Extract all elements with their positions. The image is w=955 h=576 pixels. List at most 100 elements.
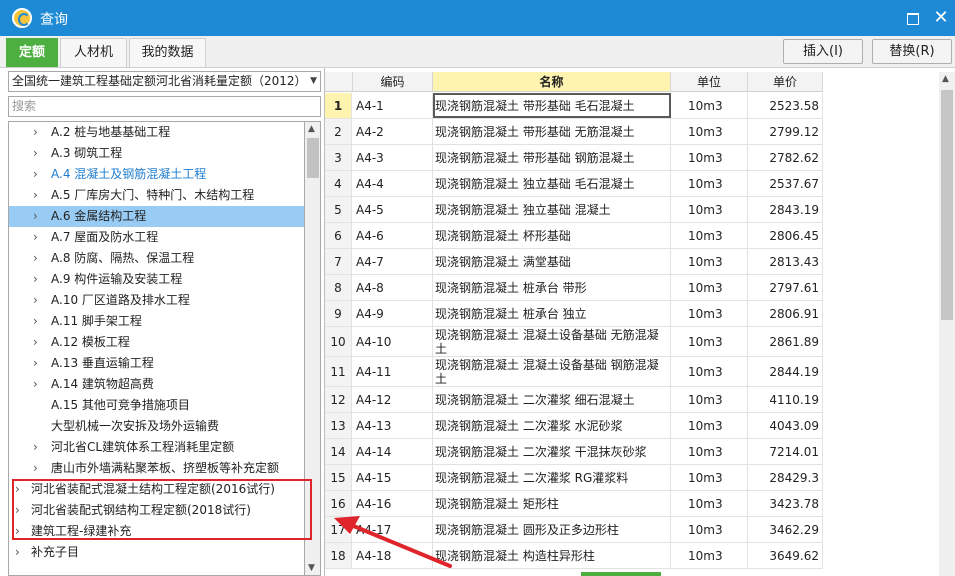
row-index: 5	[325, 197, 352, 222]
row-index: 11	[325, 357, 352, 386]
row-code: A4-8	[353, 275, 433, 300]
chevron-down-icon[interactable]: ▼	[310, 72, 317, 91]
table-scrollbar[interactable]: ▲	[939, 72, 955, 576]
chevron-right-icon[interactable]: ›	[33, 353, 38, 374]
scroll-up-icon[interactable]: ▲	[942, 74, 949, 84]
table-row[interactable]: 5 A4-5 现浇钢筋混凝土 独立基础 混凝土 10m3 2843.19	[325, 197, 823, 223]
tree-item[interactable]: › 补充子目	[9, 542, 304, 563]
tree-item[interactable]: › A.11 脚手架工程	[9, 311, 304, 332]
replace-button[interactable]: 替换(R)	[872, 39, 952, 64]
row-unit: 10m3	[671, 197, 748, 222]
tree-scroll-thumb[interactable]	[307, 138, 319, 178]
status-strip	[581, 572, 661, 576]
row-code: A4-4	[353, 171, 433, 196]
chevron-right-icon[interactable]: ›	[33, 248, 38, 269]
chevron-right-icon[interactable]: ›	[33, 206, 38, 227]
chevron-right-icon[interactable]: ›	[33, 122, 38, 143]
tree-item[interactable]: 大型机械一次安拆及场外运输费	[9, 416, 304, 437]
tab-labor-material-machine[interactable]: 人材机	[60, 38, 127, 67]
tree-item[interactable]: › 唐山市外墙满粘聚苯板、挤塑板等补充定额	[9, 458, 304, 479]
row-name: 现浇钢筋混凝土 二次灌浆 干混抹灰砂浆	[433, 439, 671, 464]
table-row[interactable]: 6 A4-6 现浇钢筋混凝土 杯形基础 10m3 2806.45	[325, 223, 823, 249]
chevron-right-icon[interactable]: ›	[33, 164, 38, 185]
tree-item[interactable]: A.15 其他可竞争措施项目	[9, 395, 304, 416]
tab-quota[interactable]: 定额	[6, 38, 58, 67]
tree-item[interactable]: › A.4 混凝土及钢筋混凝土工程	[9, 164, 304, 185]
tree-item[interactable]: › A.13 垂直运输工程	[9, 353, 304, 374]
tree-item[interactable]: › A.9 构件运输及安装工程	[9, 269, 304, 290]
table-row[interactable]: 8 A4-8 现浇钢筋混凝土 桩承台 带形 10m3 2797.61	[325, 275, 823, 301]
chevron-right-icon[interactable]: ›	[33, 290, 38, 311]
tree-item-selected[interactable]: › A.6 金属结构工程	[9, 206, 304, 227]
chevron-right-icon[interactable]: ›	[33, 458, 38, 479]
chevron-right-icon[interactable]: ›	[33, 227, 38, 248]
scroll-down-icon[interactable]: ▼	[308, 563, 315, 573]
row-price: 2799.12	[748, 119, 823, 144]
chevron-right-icon[interactable]: ›	[33, 437, 38, 458]
row-price: 2813.43	[748, 249, 823, 274]
tree-item[interactable]: › A.14 建筑物超高费	[9, 374, 304, 395]
row-name: 现浇钢筋混凝土 二次灌浆 水泥砂浆	[433, 413, 671, 438]
row-unit: 10m3	[671, 517, 748, 542]
row-price: 2844.19	[748, 357, 823, 386]
maximize-icon[interactable]	[903, 8, 923, 28]
table-row[interactable]: 13 A4-13 现浇钢筋混凝土 二次灌浆 水泥砂浆 10m3 4043.09	[325, 413, 823, 439]
header-code[interactable]: 编码	[353, 72, 433, 92]
tree-item[interactable]: › A.8 防腐、隔热、保温工程	[9, 248, 304, 269]
row-index: 8	[325, 275, 352, 300]
quota-library-select[interactable]: 全国统一建筑工程基础定额河北省消耗量定额（2012） ▼	[8, 71, 321, 92]
chevron-right-icon[interactable]: ›	[33, 269, 38, 290]
close-icon[interactable]: ✕	[931, 8, 951, 28]
tab-my-data[interactable]: 我的数据	[129, 38, 206, 67]
row-price: 2537.67	[748, 171, 823, 196]
chevron-right-icon[interactable]: ›	[33, 374, 38, 395]
row-index: 15	[325, 465, 352, 490]
annotation-highlight-box	[12, 479, 312, 540]
table-row[interactable]: 15 A4-15 现浇钢筋混凝土 二次灌浆 RG灌浆料 10m3 28429.3	[325, 465, 823, 491]
scroll-up-icon[interactable]: ▲	[308, 124, 315, 134]
row-index: 2	[325, 119, 352, 144]
row-price: 28429.3	[748, 465, 823, 490]
chevron-right-icon[interactable]: ›	[15, 542, 20, 563]
tree-item[interactable]: › A.2 桩与地基基础工程	[9, 122, 304, 143]
table-row[interactable]: 10 A4-10 现浇钢筋混凝土 混凝土设备基础 无筋混凝土 10m3 2861.89	[325, 327, 823, 357]
header-price[interactable]: 单价	[748, 72, 823, 92]
row-unit: 10m3	[671, 327, 748, 356]
row-name: 现浇钢筋混凝土 桩承台 带形	[433, 275, 671, 300]
tree-item[interactable]: › A.7 屋面及防水工程	[9, 227, 304, 248]
row-code: A4-7	[353, 249, 433, 274]
table-row[interactable]: 11 A4-11 现浇钢筋混凝土 混凝土设备基础 钢筋混凝土 10m3 2844.19	[325, 357, 823, 387]
chevron-right-icon[interactable]: ›	[33, 311, 38, 332]
tree-item[interactable]: › A.3 砌筑工程	[9, 143, 304, 164]
window-title: 查询	[40, 12, 68, 28]
table-row[interactable]: 1 A4-1 现浇钢筋混凝土 带形基础 毛石混凝土 10m3 2523.58	[325, 93, 823, 119]
row-price: 2797.61	[748, 275, 823, 300]
row-unit: 10m3	[671, 249, 748, 274]
table-row[interactable]: 14 A4-14 现浇钢筋混凝土 二次灌浆 干混抹灰砂浆 10m3 7214.01	[325, 439, 823, 465]
chevron-right-icon[interactable]: ›	[33, 185, 38, 206]
tree-item[interactable]: › A.10 厂区道路及排水工程	[9, 290, 304, 311]
row-unit: 10m3	[671, 357, 748, 386]
title-bar: 查询 ✕	[0, 0, 955, 36]
tree-item[interactable]: › A.5 厂库房大门、特种门、木结构工程	[9, 185, 304, 206]
row-name: 现浇钢筋混凝土 二次灌浆 细石混凝土	[433, 387, 671, 412]
table-row[interactable]: 2 A4-2 现浇钢筋混凝土 带形基础 无筋混凝土 10m3 2799.12	[325, 119, 823, 145]
search-input[interactable]: 搜索	[8, 96, 321, 117]
table-row[interactable]: 4 A4-4 现浇钢筋混凝土 独立基础 毛石混凝土 10m3 2537.67	[325, 171, 823, 197]
header-name[interactable]: 名称	[433, 72, 671, 92]
chevron-right-icon[interactable]: ›	[33, 332, 38, 353]
table-row[interactable]: 3 A4-3 现浇钢筋混凝土 带形基础 钢筋混凝土 10m3 2782.62	[325, 145, 823, 171]
row-code: A4-2	[353, 119, 433, 144]
row-unit: 10m3	[671, 171, 748, 196]
row-name: 现浇钢筋混凝土 带形基础 毛石混凝土	[433, 93, 671, 118]
table-scroll-thumb[interactable]	[941, 90, 953, 320]
tree-item[interactable]: › A.12 模板工程	[9, 332, 304, 353]
chevron-right-icon[interactable]: ›	[33, 143, 38, 164]
row-name: 现浇钢筋混凝土 桩承台 独立	[433, 301, 671, 326]
header-unit[interactable]: 单位	[671, 72, 748, 92]
tree-item[interactable]: › 河北省CL建筑体系工程消耗里定额	[9, 437, 304, 458]
table-row[interactable]: 12 A4-12 现浇钢筋混凝土 二次灌浆 细石混凝土 10m3 4110.19	[325, 387, 823, 413]
table-row[interactable]: 7 A4-7 现浇钢筋混凝土 满堂基础 10m3 2813.43	[325, 249, 823, 275]
insert-button[interactable]: 插入(I)	[783, 39, 863, 64]
table-row[interactable]: 9 A4-9 现浇钢筋混凝土 桩承台 独立 10m3 2806.91	[325, 301, 823, 327]
